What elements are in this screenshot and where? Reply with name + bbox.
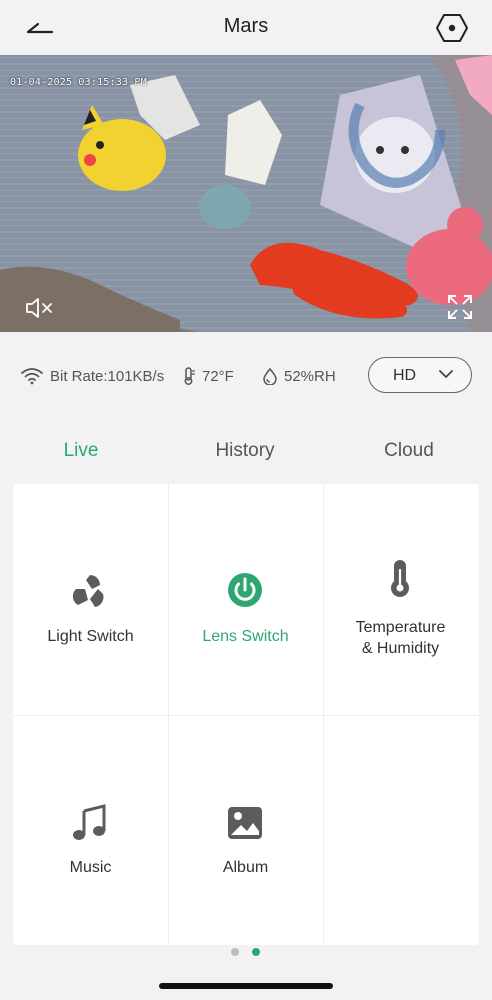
tab-live[interactable]: Live [26,440,136,462]
power-icon [228,573,262,607]
temperature-humidity-label: Temperature & Humidity [355,619,446,657]
music-button[interactable]: Music [13,715,168,945]
lens-switch-button[interactable]: Lens Switch [168,484,323,714]
wifi-icon [21,368,43,385]
chevron-down-icon [439,370,453,378]
mute-button[interactable] [24,295,54,321]
page-title: Mars [223,15,269,37]
settings-button[interactable] [434,12,470,44]
fullscreen-icon [448,295,472,319]
light-switch-icon [72,575,104,607]
page-dot-active[interactable] [252,948,260,956]
home-indicator[interactable] [159,983,333,989]
header: Mars [0,0,492,55]
thermometer-small-icon [184,367,195,385]
humidity-drop-icon [263,367,277,385]
temperature-humidity-button[interactable]: Temperature & Humidity [323,484,478,714]
thermometer-icon [391,560,409,597]
camera-video-feed[interactable]: 01-04-2025 03:15:33 PM [0,55,492,332]
feature-grid: Light Switch Lens Switch Temperature & H… [13,484,479,945]
page-indicator [0,948,492,956]
album-button[interactable]: Album [168,715,323,945]
temperature-text: 72°F [202,367,234,385]
tab-cloud[interactable]: Cloud [354,440,464,462]
speaker-muted-icon [26,298,52,318]
music-note-icon [73,804,106,840]
bitrate-info: Bit Rate:101KB/s [20,367,164,385]
image-icon [228,807,262,839]
humidity-info: 52%RH [262,367,336,385]
album-label: Album [222,859,269,876]
bitrate-text: Bit Rate:101KB/s [50,367,165,385]
lens-switch-label: Lens Switch [202,628,289,645]
humidity-text: 52%RH [284,367,336,385]
page-dot[interactable] [231,948,239,956]
fullscreen-button[interactable] [446,293,474,321]
video-quality-select[interactable]: HD [368,357,472,393]
tab-history[interactable]: History [190,440,300,462]
camera-scene-image [0,55,492,332]
temperature-info: 72°F [182,367,234,385]
hexagon-settings-icon [436,14,468,42]
video-timestamp: 01-04-2025 03:15:33 PM [10,77,147,88]
light-switch-label: Light Switch [47,628,134,645]
quality-value: HD [393,367,417,384]
light-switch-button[interactable]: Light Switch [13,484,168,714]
music-label: Music [69,859,112,876]
